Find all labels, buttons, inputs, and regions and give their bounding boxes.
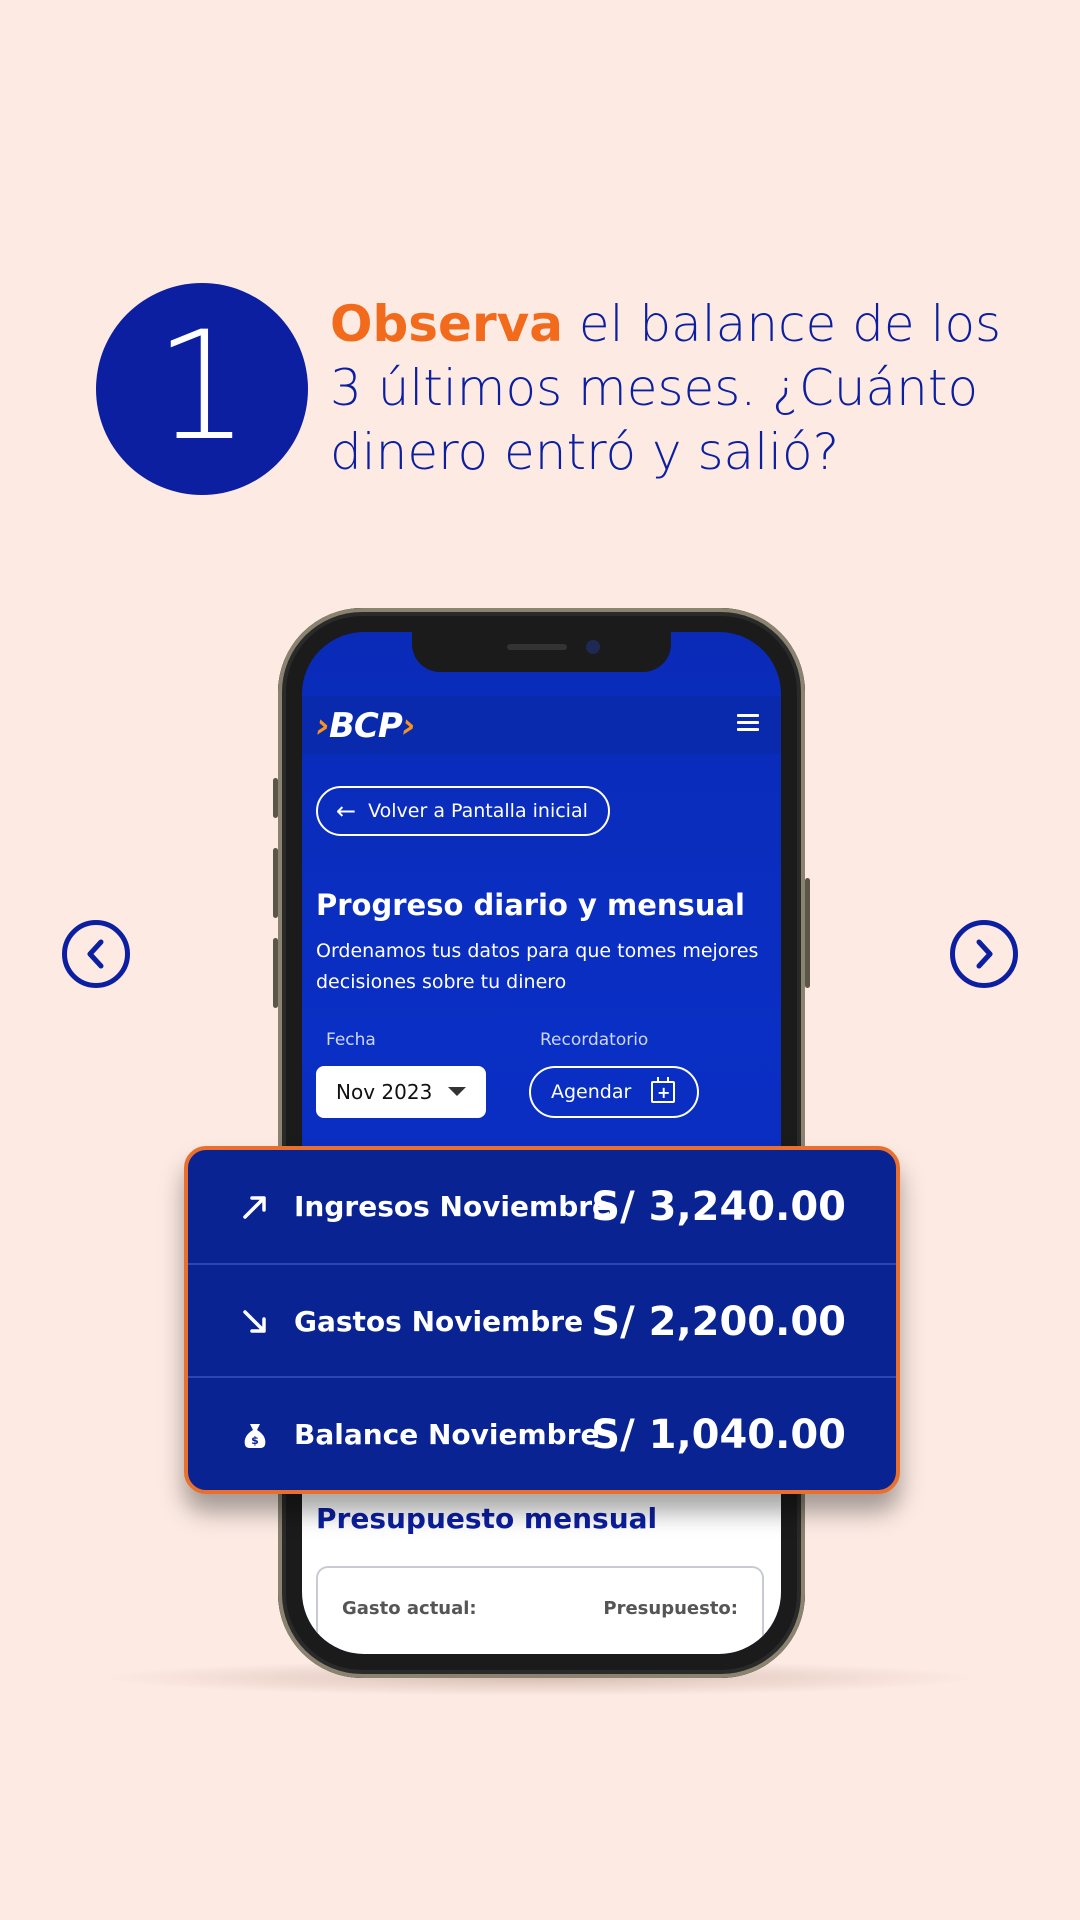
trend-up-icon	[243, 1195, 266, 1219]
phone-side-button	[805, 878, 810, 988]
step-number: 1	[154, 300, 250, 474]
app-header: ›BCP›	[302, 696, 781, 754]
phone-side-button	[273, 848, 278, 918]
back-to-home-button[interactable]: ← Volver a Pantalla inicial	[316, 786, 610, 836]
current-expense-label: Gasto actual:	[342, 1598, 477, 1619]
monthly-summary-card: Ingresos Noviembre S/ 3,240.00 Gastos No…	[184, 1146, 900, 1494]
camera	[586, 640, 600, 654]
schedule-button-label: Agendar	[551, 1081, 632, 1103]
budget-label: Presupuesto:	[603, 1598, 738, 1619]
summary-row-balance: $ Balance Noviembre S/ 1,040.00	[188, 1376, 896, 1490]
phone-side-button	[273, 938, 278, 1008]
income-label: Ingresos Noviembre	[294, 1190, 612, 1223]
phone-screen: ›BCP› ← Volver a Pantalla inicial Progre…	[302, 632, 781, 1654]
summary-row-income: Ingresos Noviembre S/ 3,240.00	[188, 1150, 896, 1263]
chevron-left-icon	[87, 939, 104, 969]
calendar-add-icon: +	[651, 1077, 675, 1103]
section-title: Progreso diario y mensual	[316, 888, 745, 922]
budget-title: Presupuesto mensual	[316, 1502, 658, 1535]
arrow-left-icon: ←	[336, 797, 357, 825]
speaker	[507, 644, 567, 650]
back-button-label: Volver a Pantalla inicial	[368, 800, 588, 822]
svg-text:$: $	[251, 1434, 259, 1447]
caret-down-icon	[448, 1087, 466, 1096]
chevron-right-icon	[976, 939, 993, 969]
reminder-label: Recordatorio	[540, 1030, 649, 1050]
step-headline: Observa el balance de los 3 últimos mese…	[330, 292, 1030, 484]
date-select[interactable]: Nov 2023	[316, 1066, 486, 1118]
schedule-button[interactable]: Agendar +	[529, 1066, 699, 1118]
money-bag-icon: $	[244, 1423, 266, 1448]
headline-accent: Observa	[330, 295, 563, 353]
phone-side-button	[273, 778, 278, 818]
step-number-badge: 1	[96, 283, 308, 495]
expenses-label: Gastos Noviembre	[294, 1305, 584, 1338]
summary-row-expenses: Gastos Noviembre S/ 2,200.00	[188, 1263, 896, 1378]
income-value: S/ 3,240.00	[591, 1183, 846, 1230]
next-button[interactable]	[950, 920, 1018, 988]
previous-button[interactable]	[62, 920, 130, 988]
phone-mockup: ›BCP› ← Volver a Pantalla inicial Progre…	[273, 608, 810, 1678]
date-label: Fecha	[326, 1030, 376, 1050]
budget-box: Gasto actual: Presupuesto:	[316, 1566, 764, 1654]
date-select-value: Nov 2023	[336, 1080, 433, 1104]
trend-down-icon	[243, 1309, 266, 1333]
balance-label: Balance Noviembre	[294, 1418, 600, 1451]
hamburger-menu-icon[interactable]	[737, 714, 759, 732]
budget-section: Presupuesto mensual Gasto actual: Presup…	[302, 1482, 781, 1654]
bcp-logo: ›BCP›	[316, 706, 416, 746]
section-description: Ordenamos tus datos para que tomes mejor…	[316, 940, 759, 993]
balance-value: S/ 1,040.00	[591, 1411, 846, 1458]
expenses-value: S/ 2,200.00	[591, 1298, 846, 1345]
phone-notch	[412, 632, 671, 672]
